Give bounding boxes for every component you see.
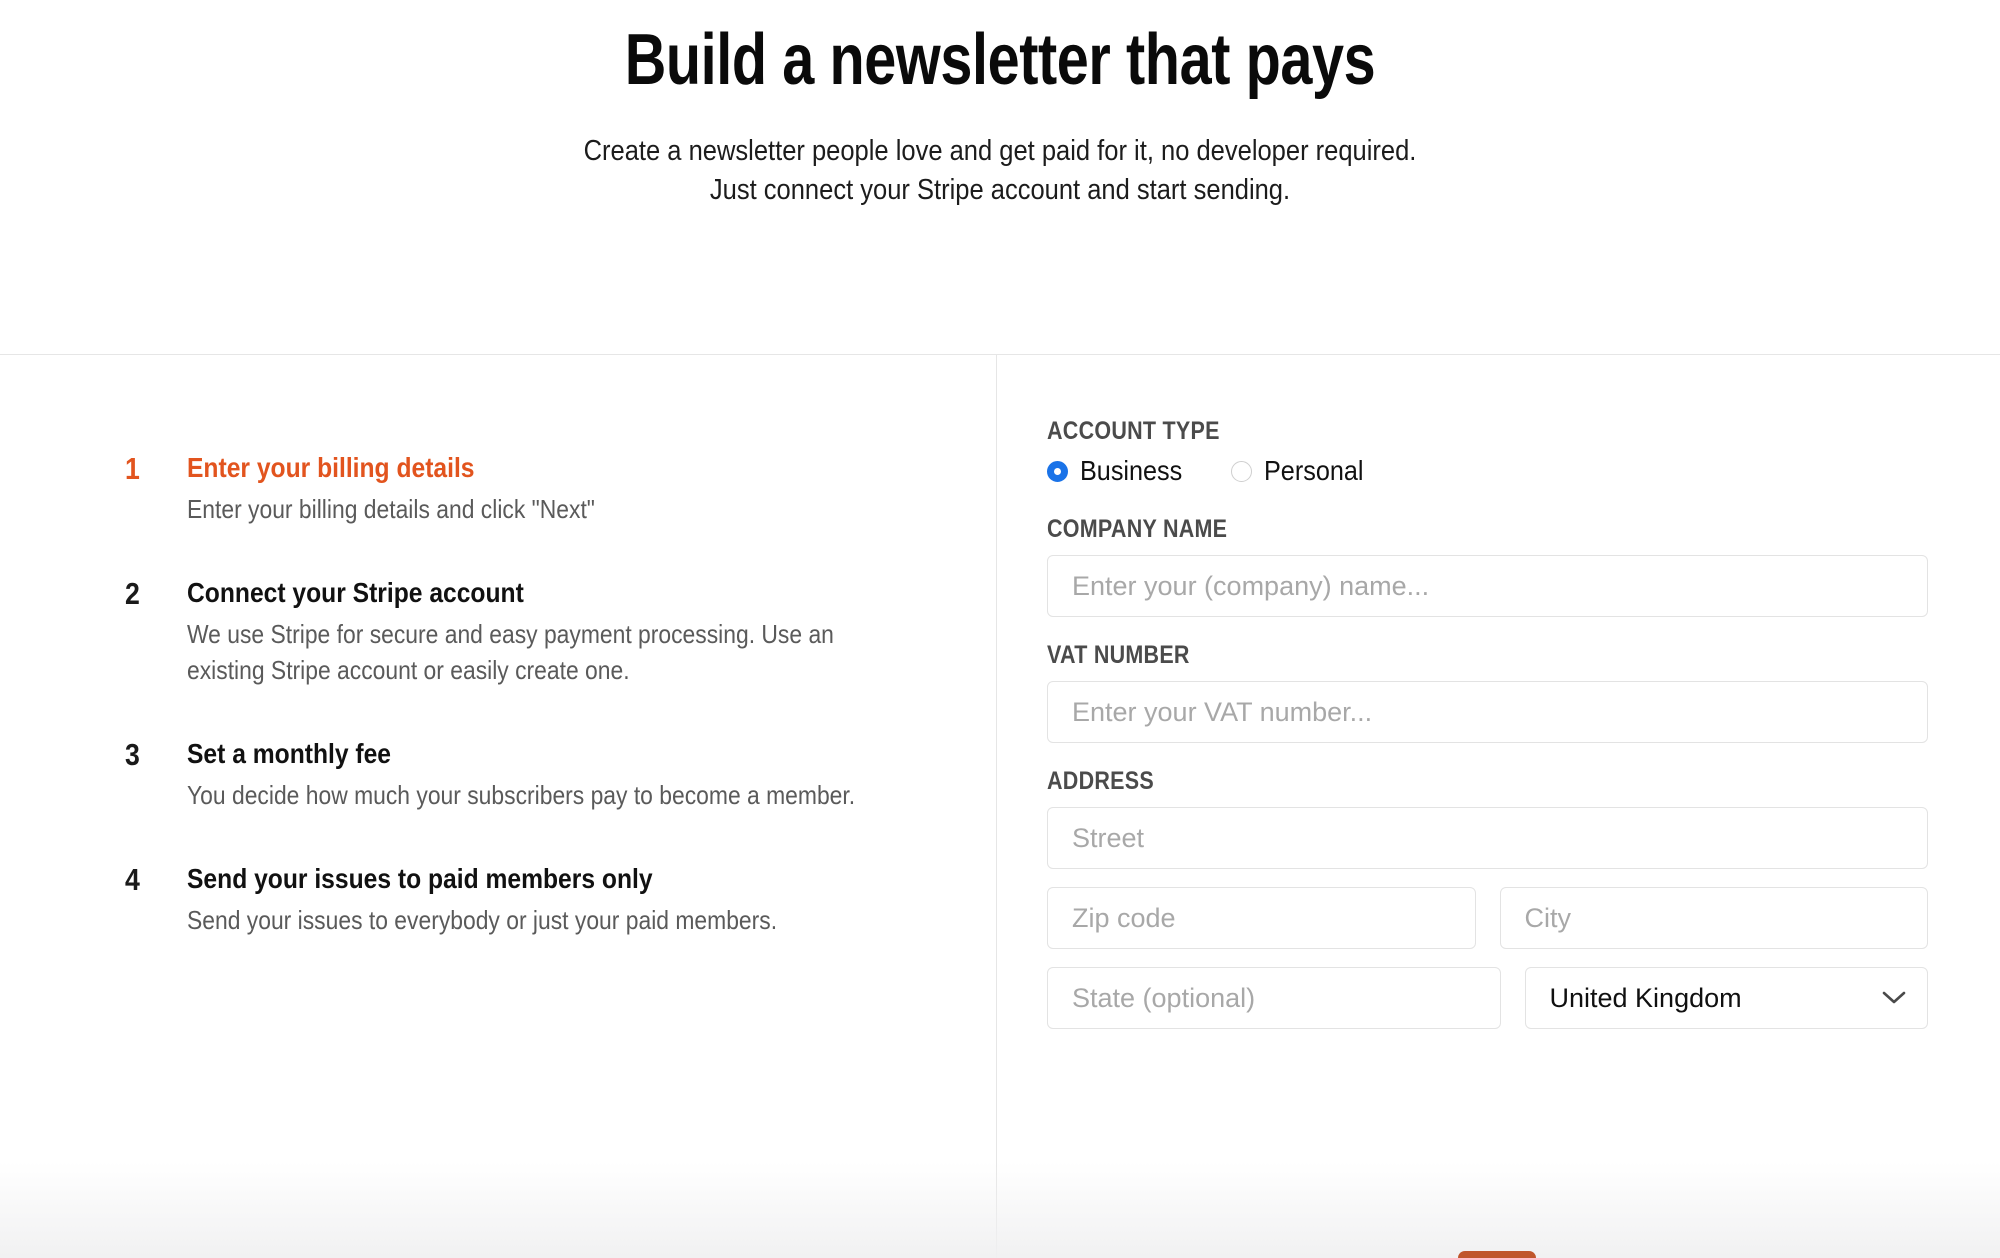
page-header: Build a newsletter that pays Create a ne…: [0, 0, 2000, 211]
step-title: Send your issues to paid members only: [187, 863, 653, 895]
step-body: Connect your Stripe account We use Strip…: [187, 575, 887, 690]
step-title: Connect your Stripe account: [187, 576, 524, 608]
steps-list: 1 Enter your billing details Enter your …: [0, 355, 996, 1258]
subtitle-line-2: Just connect your Stripe account and sta…: [709, 173, 1291, 206]
step-description: Send your issues to everybody or just yo…: [187, 904, 778, 935]
vat-number-field: VAT NUMBER: [1047, 641, 1928, 743]
radio-unchecked-icon: [1230, 460, 1252, 482]
step-number: 4: [125, 862, 140, 898]
step-item-1: 1 Enter your billing details Enter your …: [125, 450, 996, 528]
account-type-radio-group: Business Personal: [1047, 457, 1928, 485]
step-number: 3: [125, 737, 140, 773]
vat-number-label: VAT NUMBER: [1047, 641, 1190, 669]
zip-city-row: [1047, 887, 1928, 949]
step-number: 1: [125, 451, 140, 486]
step-item-4: 4 Send your issues to paid members only …: [125, 861, 996, 939]
onboarding-page: Build a newsletter that pays Create a ne…: [0, 0, 2000, 1258]
page-subtitle: Create a newsletter people love and get …: [120, 132, 1880, 210]
step-body: Set a monthly fee You decide how much yo…: [187, 736, 887, 814]
radio-label-business: Business: [1080, 455, 1183, 486]
account-type-label: ACCOUNT TYPE: [1047, 417, 1220, 445]
step-item-3: 3 Set a monthly fee You decide how much …: [125, 736, 996, 814]
company-name-label: COMPANY NAME: [1047, 515, 1228, 543]
step-description: You decide how much your subscribers pay…: [187, 780, 856, 811]
step-description: We use Stripe for secure and easy paymen…: [187, 618, 834, 686]
step-title: Set a monthly fee: [187, 738, 392, 770]
country-select-wrapper: United Kingdom: [1524, 967, 1928, 1029]
billing-form: ACCOUNT TYPE Business Personal COMPANY N…: [997, 355, 2000, 1258]
city-input[interactable]: [1499, 887, 1928, 949]
radio-label-personal: Personal: [1263, 455, 1364, 486]
company-name-field: COMPANY NAME: [1047, 515, 1928, 617]
state-input[interactable]: [1047, 967, 1501, 1029]
radio-option-personal[interactable]: Personal: [1230, 455, 1375, 486]
step-item-2: 2 Connect your Stripe account We use Str…: [125, 575, 996, 690]
country-select[interactable]: United Kingdom: [1524, 967, 1928, 1029]
step-body: Send your issues to paid members only Se…: [187, 861, 887, 939]
step-title: Enter your billing details: [187, 452, 475, 483]
company-name-input[interactable]: [1047, 555, 1928, 617]
step-number: 2: [125, 575, 140, 611]
address-label: ADDRESS: [1047, 767, 1154, 795]
step-body: Enter your billing details Enter your bi…: [187, 450, 887, 528]
radio-checked-icon: [1047, 460, 1068, 482]
zip-code-input[interactable]: [1047, 887, 1476, 949]
next-button[interactable]: Next: [1458, 1251, 1536, 1258]
state-country-row: United Kingdom: [1047, 967, 1928, 1029]
subtitle-line-1: Create a newsletter people love and get …: [583, 134, 1417, 167]
radio-option-business[interactable]: Business: [1047, 457, 1194, 485]
address-field-group: ADDRESS: [1047, 767, 1928, 869]
page-title: Build a newsletter that pays: [624, 20, 1376, 100]
step-description: Enter your billing details and click "Ne…: [187, 493, 595, 524]
street-input[interactable]: [1047, 807, 1928, 869]
vat-number-input[interactable]: [1047, 681, 1928, 743]
